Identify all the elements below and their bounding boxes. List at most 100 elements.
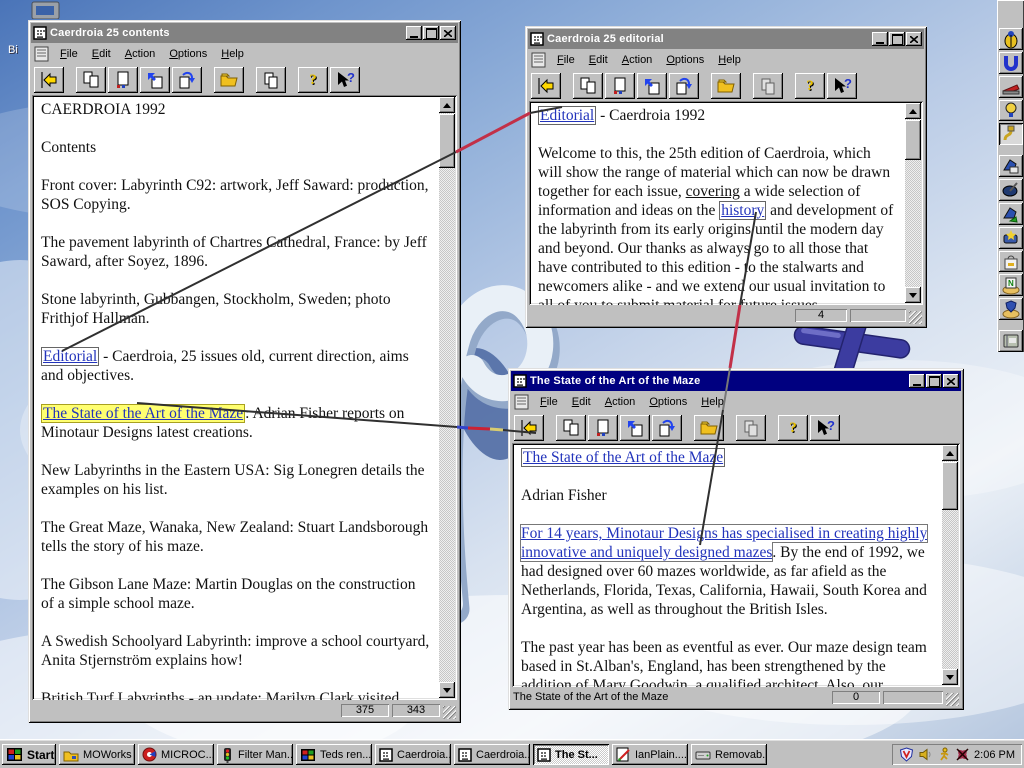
menu-options[interactable]: Options [659, 52, 711, 68]
task-ianplain[interactable]: IanPlain.... [612, 744, 688, 765]
maximize-button[interactable] [889, 32, 905, 46]
scrollbar-thumb[interactable] [942, 462, 958, 510]
speaker-icon[interactable] [918, 747, 933, 762]
lightbulb-icon[interactable] [998, 99, 1023, 122]
close-button[interactable] [440, 26, 456, 40]
minimize-button[interactable] [872, 32, 888, 46]
context-help-button[interactable]: ? [827, 73, 857, 99]
back-button[interactable] [514, 415, 544, 441]
bag-icon[interactable] [998, 250, 1023, 273]
menu-help[interactable]: Help [214, 46, 251, 62]
vertical-scrollbar[interactable] [905, 103, 921, 303]
copy-button[interactable] [753, 73, 783, 99]
menu-file[interactable]: File [53, 46, 85, 62]
clock[interactable]: 2:06 PM [974, 749, 1015, 761]
menu-action[interactable]: Action [118, 46, 163, 62]
back-button[interactable] [34, 67, 64, 93]
task-teds-ren[interactable]: Teds ren... [296, 744, 372, 765]
task-the-state[interactable]: The St... [533, 744, 609, 765]
open-button[interactable] [694, 415, 724, 441]
titlebar[interactable]: Caerdroia 25 contents [31, 23, 458, 43]
paste-special-button[interactable] [605, 73, 635, 99]
plug-icon[interactable] [998, 123, 1023, 146]
menu-file[interactable]: File [550, 52, 582, 68]
task-caerdroia-1[interactable]: Caerdroia... [375, 744, 451, 765]
task-microc[interactable]: MICROC... [138, 744, 214, 765]
scroll-up-button[interactable] [905, 103, 921, 119]
menu-edit[interactable]: Edit [582, 52, 615, 68]
close-button[interactable] [943, 374, 959, 388]
editorial-heading-link[interactable]: Editorial [538, 106, 597, 125]
scroll-down-button[interactable] [439, 682, 455, 698]
antivirus-shield-icon[interactable] [899, 747, 914, 762]
task-moworks[interactable]: MOWorks [59, 744, 135, 765]
minimize-button[interactable] [406, 26, 422, 40]
context-help-button[interactable]: ? [810, 415, 840, 441]
paste-special-button[interactable] [588, 415, 618, 441]
scrollbar-thumb[interactable] [905, 120, 921, 160]
vertical-scrollbar[interactable] [942, 445, 958, 685]
history-link[interactable]: history [719, 201, 767, 220]
maximize-button[interactable] [423, 26, 439, 40]
scrollbar-thumb[interactable] [439, 114, 455, 168]
copy-pages-button[interactable] [76, 67, 106, 93]
stapler-icon[interactable] [998, 75, 1023, 98]
satellite-dish-icon[interactable] [998, 179, 1023, 201]
menu-edit[interactable]: Edit [85, 46, 118, 62]
bug-icon[interactable] [998, 28, 1023, 50]
editorial-link[interactable]: Editorial [41, 347, 100, 366]
scroll-up-button[interactable] [439, 97, 455, 113]
titlebar[interactable]: The State of the Art of the Maze [511, 371, 961, 391]
link-jump-button[interactable] [669, 73, 699, 99]
resize-grip[interactable] [909, 311, 922, 324]
menu-action[interactable]: Action [598, 394, 643, 410]
help-button[interactable]: ? [795, 73, 825, 99]
hand-n-icon[interactable]: N [998, 274, 1023, 297]
menu-file[interactable]: File [533, 394, 565, 410]
resize-grip[interactable] [443, 706, 456, 719]
task-caerdroia-2[interactable]: Caerdroia... [454, 744, 530, 765]
scroll-up-button[interactable] [942, 445, 958, 461]
boot-arrow-icon[interactable] [998, 202, 1023, 225]
paste-special-button[interactable] [108, 67, 138, 93]
scroll-down-button[interactable] [905, 287, 921, 303]
state-heading-link[interactable]: The State of the Art of the Maze [521, 448, 726, 467]
menu-edit[interactable]: Edit [565, 394, 598, 410]
copy-pages-button[interactable] [573, 73, 603, 99]
desktop-icon-partial[interactable] [30, 0, 62, 19]
back-button[interactable] [531, 73, 561, 99]
link-jump-button[interactable] [172, 67, 202, 93]
state-of-the-art-link[interactable]: The State of the Art of the Maze [41, 404, 246, 423]
notebook-icon[interactable] [998, 330, 1023, 352]
desktop-icon-label[interactable]: Bi [8, 44, 18, 56]
minimize-button[interactable] [909, 374, 925, 388]
menu-options[interactable]: Options [642, 394, 694, 410]
link-jump-button[interactable] [652, 415, 682, 441]
titlebar[interactable]: Caerdroia 25 editorial [528, 29, 924, 49]
hand-shield-icon[interactable] [998, 298, 1023, 321]
open-button[interactable] [214, 67, 244, 93]
resize-grip[interactable] [946, 693, 959, 706]
context-help-button[interactable]: ? [330, 67, 360, 93]
copy-button[interactable] [256, 67, 286, 93]
magnet-icon[interactable] [998, 51, 1023, 74]
help-button[interactable]: ? [298, 67, 328, 93]
link-up-button[interactable] [620, 415, 650, 441]
disabled-network-icon[interactable] [955, 747, 970, 762]
menu-options[interactable]: Options [162, 46, 214, 62]
task-removable[interactable]: Removab... [691, 744, 767, 765]
task-filter-manager[interactable]: Filter Man... [217, 744, 293, 765]
projector-icon[interactable] [998, 226, 1023, 249]
running-person-icon[interactable] [937, 747, 951, 762]
help-button[interactable]: ? [778, 415, 808, 441]
boot-disk-icon[interactable] [998, 155, 1023, 178]
open-button[interactable] [711, 73, 741, 99]
vertical-scrollbar[interactable] [439, 97, 455, 698]
maximize-button[interactable] [926, 374, 942, 388]
scroll-down-button[interactable] [942, 669, 958, 685]
start-button[interactable]: Start [2, 744, 56, 765]
menu-help[interactable]: Help [711, 52, 748, 68]
close-button[interactable] [906, 32, 922, 46]
link-up-button[interactable] [637, 73, 667, 99]
copy-pages-button[interactable] [556, 415, 586, 441]
